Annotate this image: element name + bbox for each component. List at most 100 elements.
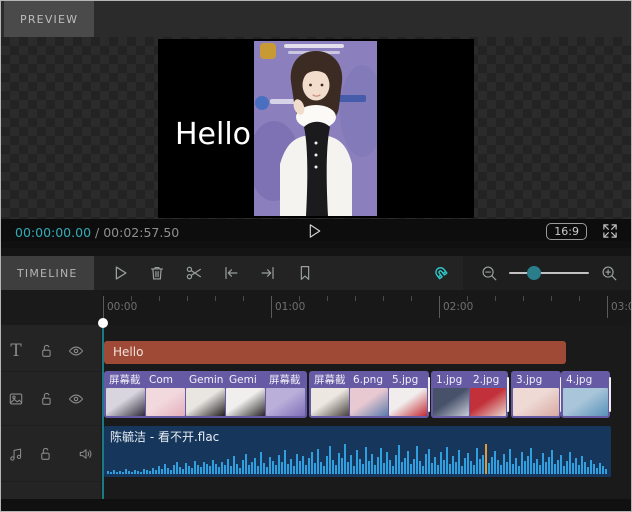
bookmark-icon <box>300 266 309 280</box>
slider-handle[interactable] <box>527 266 541 280</box>
visibility-icon[interactable] <box>61 390 91 408</box>
visibility-icon[interactable] <box>61 342 91 360</box>
ruler-minor-tick <box>523 296 524 301</box>
waveform-bar <box>209 466 211 474</box>
zoom-in-button[interactable] <box>597 261 621 285</box>
waveform-bar <box>188 466 190 474</box>
aspect-ratio-badge[interactable]: 16:9 <box>546 222 587 240</box>
lock-icon[interactable] <box>30 445 59 463</box>
zoom-out-button[interactable] <box>477 261 501 285</box>
waveform-bar <box>467 453 469 474</box>
play-icon <box>115 266 127 280</box>
waveform-bar <box>281 462 283 474</box>
video-clip-cell: Gemin <box>186 373 225 416</box>
marker-button[interactable] <box>293 261 317 285</box>
playhead-line[interactable] <box>102 323 104 506</box>
waveform-bar <box>497 460 499 474</box>
waveform-bar <box>425 454 427 474</box>
playhead-handle[interactable] <box>98 318 108 328</box>
video-clip[interactable]: 1.jpg 2.jpg <box>431 371 509 418</box>
timeline-zoom-slider[interactable] <box>509 266 589 280</box>
audio-clip[interactable]: 陈毓洁 - 看不开.flac <box>104 426 611 477</box>
video-clip-filename: 2.jpg <box>473 374 500 386</box>
playbar-right: 16:9 <box>546 222 619 240</box>
waveform-bar <box>152 468 154 474</box>
tab-preview[interactable]: PREVIEW <box>4 1 95 37</box>
split-button[interactable] <box>182 261 206 285</box>
video-clip-cell: 屏幕截 <box>106 373 145 416</box>
track-lanes: Hello 屏幕截 Com Gemin Gemi 屏幕截 屏幕截 6.png 5.jpg 1.j… <box>101 325 631 511</box>
waveform-bar <box>494 451 496 474</box>
waveform-bar <box>182 469 184 474</box>
video-clip-filename: 6.png <box>353 374 384 386</box>
waveform-bar <box>353 466 355 474</box>
mute-icon[interactable] <box>72 445 101 463</box>
ruler-time-label: 02:00 <box>443 301 474 313</box>
zoom-in-icon <box>602 266 617 281</box>
video-clip[interactable]: 屏幕截 6.png 5.jpg <box>309 371 430 418</box>
play-button[interactable] <box>305 221 331 241</box>
waveform-bar <box>143 469 145 474</box>
waveform-bar <box>365 447 367 474</box>
waveform-bar <box>269 457 271 474</box>
bottom-strip <box>1 499 631 511</box>
ruler-time-label: 01:00 <box>275 301 306 313</box>
waveform-bar <box>344 444 346 474</box>
waveform-bar <box>206 464 208 474</box>
tab-timeline[interactable]: TIMELINE <box>1 256 94 290</box>
waveform-bar <box>302 456 304 474</box>
zoom-controls <box>463 256 631 290</box>
fullscreen-button[interactable] <box>601 222 619 240</box>
video-clip[interactable]: 4.jpg <box>561 371 611 418</box>
video-clip-filename: 屏幕截 <box>109 374 141 386</box>
timeline-play-button[interactable] <box>108 261 132 285</box>
waveform-bar <box>242 460 244 474</box>
preview-canvas[interactable]: Hello <box>1 37 631 219</box>
video-clip-filename: Gemi <box>229 374 257 386</box>
waveform-bar <box>107 471 109 474</box>
video-frame: Hello <box>158 38 474 218</box>
waveform-bar <box>137 471 139 474</box>
waveform-bar <box>218 467 220 474</box>
waveform-bar <box>599 463 601 474</box>
waveform-bar <box>146 470 148 474</box>
waveform-bar <box>350 455 352 474</box>
waveform-bar <box>389 460 391 474</box>
waveform-bar <box>257 466 259 474</box>
current-time: 00:00:00.00 <box>15 225 92 240</box>
time-ruler[interactable]: 00:00 01:00 02:00 03:00 <box>101 290 631 325</box>
video-thumbnail <box>389 388 427 416</box>
waveform-bar <box>380 448 382 474</box>
waveform-bar <box>392 466 394 474</box>
waveform-bar <box>605 469 607 474</box>
waveform-bar <box>140 472 142 474</box>
video-clip[interactable]: 屏幕截 Com Gemin Gemi 屏幕截 <box>104 371 307 418</box>
waveform-bar <box>584 462 586 474</box>
ruler-major-tick <box>607 296 608 318</box>
waveform-bar <box>119 471 121 474</box>
delete-button[interactable] <box>145 261 169 285</box>
waveform-bar <box>224 465 226 474</box>
waveform-bar <box>575 458 577 474</box>
waveform-bar <box>410 464 412 474</box>
video-clip[interactable]: 3.jpg <box>511 371 562 418</box>
waveform-bar <box>422 466 424 474</box>
text-clip[interactable]: Hello <box>104 341 566 364</box>
lock-icon[interactable] <box>31 390 61 408</box>
waveform-bar <box>551 450 553 474</box>
waveform-bar <box>113 470 115 474</box>
jump-to-start-button[interactable] <box>219 261 243 285</box>
waveform-bar <box>179 467 181 474</box>
waveform-bar <box>266 467 268 474</box>
video-thumbnail <box>186 388 225 416</box>
waveform-bar <box>362 464 364 474</box>
ruler-minor-tick <box>159 296 160 301</box>
jump-to-end-button[interactable] <box>256 261 280 285</box>
waveform-bar <box>170 470 172 474</box>
fullscreen-icon <box>603 224 617 238</box>
waveform-bar <box>470 461 472 474</box>
snap-toggle-button[interactable] <box>429 261 453 285</box>
waveform-bar <box>479 459 481 474</box>
waveform-bar <box>323 466 325 474</box>
lock-icon[interactable] <box>31 342 61 360</box>
